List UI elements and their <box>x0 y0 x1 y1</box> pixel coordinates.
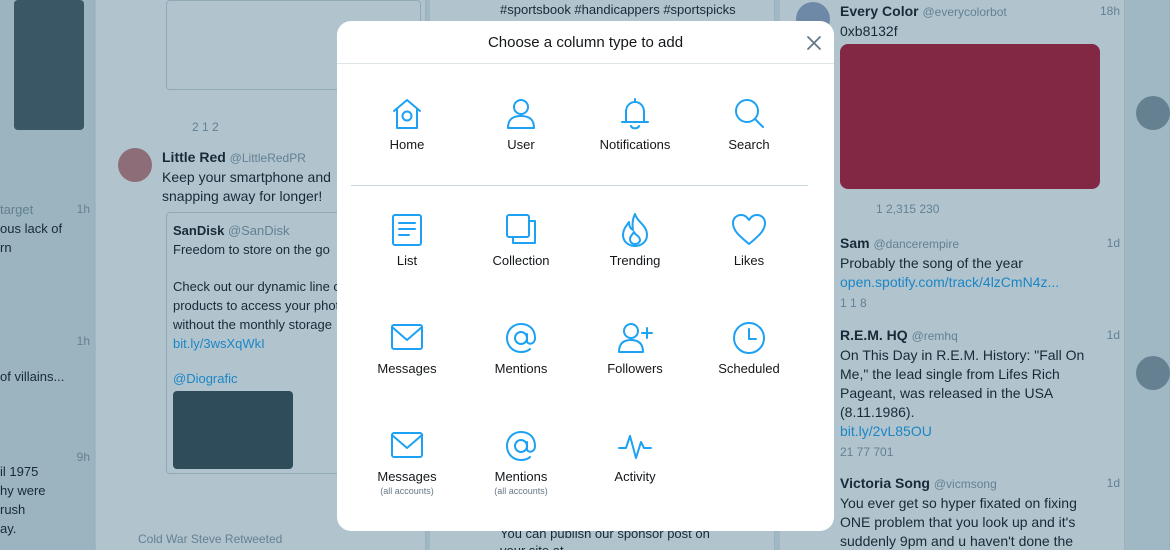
add-column-modal: Choose a column type to add Home User No… <box>337 21 834 531</box>
activity-icon <box>618 435 652 459</box>
option-label: Messages <box>377 469 437 484</box>
option-label: Messages <box>377 361 437 376</box>
option-label: Trending <box>609 253 661 268</box>
column-option-activity[interactable]: Activity <box>580 427 690 484</box>
modal-header: Choose a column type to add <box>337 21 834 64</box>
at-icon <box>506 431 536 461</box>
column-option-messages-all-accounts[interactable]: Messages (all accounts) <box>352 427 462 496</box>
clock-icon <box>733 322 765 354</box>
home-icon <box>393 99 421 129</box>
column-option-followers[interactable]: Followers <box>580 319 690 376</box>
user-icon <box>507 99 535 129</box>
column-option-home[interactable]: Home <box>352 95 462 152</box>
column-option-user[interactable]: User <box>466 95 576 152</box>
option-label: Home <box>389 137 425 152</box>
bell-icon <box>621 98 649 130</box>
column-option-mentions-all-accounts[interactable]: Mentions (all accounts) <box>466 427 576 496</box>
modal-title: Choose a column type to add <box>487 33 684 51</box>
option-sublabel: (all accounts) <box>494 486 548 496</box>
option-label: Mentions <box>494 361 548 376</box>
option-label: Activity <box>614 469 656 484</box>
option-label: Followers <box>607 361 663 376</box>
modal-divider <box>351 185 808 186</box>
option-label: Scheduled <box>718 361 780 376</box>
heart-icon <box>732 214 766 245</box>
add-user-icon <box>618 323 653 353</box>
column-option-messages[interactable]: Messages <box>352 319 462 376</box>
option-sublabel: (all accounts) <box>380 486 434 496</box>
column-option-mentions[interactable]: Mentions <box>466 319 576 376</box>
option-label: Collection <box>492 253 550 268</box>
collection-icon <box>506 214 536 244</box>
column-option-list[interactable]: List <box>352 211 462 268</box>
list-icon <box>392 214 422 246</box>
at-icon <box>506 323 536 353</box>
option-label: Likes <box>733 253 765 268</box>
column-option-trending[interactable]: Trending <box>580 211 690 268</box>
envelope-icon <box>391 324 423 350</box>
flame-icon <box>622 213 648 247</box>
column-option-search[interactable]: Search <box>694 95 804 152</box>
envelope-icon <box>391 432 423 458</box>
column-option-collection[interactable]: Collection <box>466 211 576 268</box>
column-option-likes[interactable]: Likes <box>694 211 804 268</box>
option-label: Notifications <box>599 137 671 152</box>
close-icon[interactable] <box>804 33 824 53</box>
option-label: List <box>396 253 418 268</box>
option-label: Search <box>728 137 770 152</box>
option-label: Mentions <box>494 469 548 484</box>
column-option-notifications[interactable]: Notifications <box>580 95 690 152</box>
column-option-scheduled[interactable]: Scheduled <box>694 319 804 376</box>
search-icon <box>735 99 764 128</box>
option-label: User <box>507 137 535 152</box>
